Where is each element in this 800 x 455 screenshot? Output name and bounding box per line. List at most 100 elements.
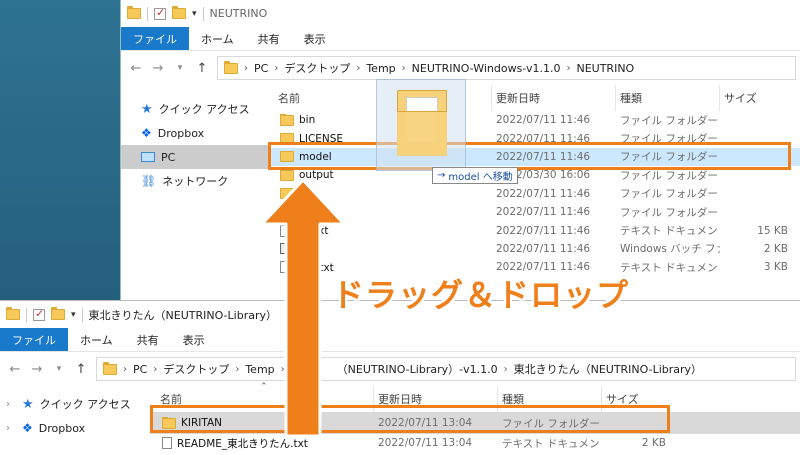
- file-type: ファイル フォルダー: [620, 151, 718, 164]
- recent-locations-icon[interactable]: ▾: [52, 364, 66, 374]
- breadcrumb-item[interactable]: NEUTRINO: [576, 62, 634, 75]
- column-type[interactable]: 種類: [498, 386, 602, 412]
- breadcrumb-item[interactable]: デスクトップ: [163, 361, 229, 377]
- desktop-background: [0, 0, 120, 300]
- file-row-dragged[interactable]: KIRITAN 2022/07/11 13:04 ファイル フォルダー: [150, 412, 800, 434]
- chevron-right-icon[interactable]: ›: [6, 399, 16, 410]
- chevron-right-icon[interactable]: ›: [153, 364, 157, 375]
- file-date: 2022/07/11 11:46: [496, 114, 591, 127]
- chevron-right-icon[interactable]: ›: [356, 63, 360, 74]
- breadcrumb-item[interactable]: デスクトップ: [284, 60, 350, 76]
- chevron-right-icon[interactable]: ›: [6, 423, 16, 434]
- back-icon[interactable]: ←: [129, 61, 143, 76]
- folder-icon: [224, 60, 238, 74]
- column-size[interactable]: サイズ: [602, 386, 672, 412]
- file-type: ファイル フォルダー: [620, 133, 718, 146]
- divider: [26, 307, 27, 322]
- tab-home[interactable]: ホーム: [189, 27, 246, 50]
- file-name: KIRITAN: [181, 417, 223, 429]
- file-type: ファイル フォルダー: [620, 169, 718, 182]
- nav-item-quick-access[interactable]: › ★ クイック アクセス: [0, 392, 150, 416]
- column-size[interactable]: サイズ: [720, 85, 800, 111]
- window-title: 東北きりたん（NEUTRINO-Library）: [88, 308, 277, 322]
- file-date: 2022/07/11 11:46: [496, 224, 591, 237]
- nav-item-pc[interactable]: PC: [121, 145, 268, 169]
- address-bar[interactable]: › PC › デスクトップ › Temp › 東北 （NEUTRINO-Libr…: [96, 357, 796, 381]
- file-row[interactable]: README_東北きりたん.txt 2022/07/11 13:04 テキスト …: [150, 434, 800, 452]
- chevron-right-icon[interactable]: ›: [244, 63, 248, 74]
- ribbon-tabs: ファイル ホーム 共有 表示: [121, 27, 800, 51]
- nav-item-quick-access[interactable]: ★ クイック アクセス: [121, 97, 268, 121]
- file-date: 2022/07/11 11:46: [496, 150, 591, 163]
- breadcrumb-item[interactable]: 東北きりたん（NEUTRINO-Library）: [514, 361, 702, 377]
- divider: [81, 307, 83, 322]
- folder-icon: [6, 307, 20, 320]
- new-folder-icon[interactable]: [172, 6, 186, 19]
- text-file-icon: [162, 437, 172, 450]
- breadcrumb-item[interactable]: PC: [133, 363, 147, 376]
- breadcrumb-item[interactable]: Temp: [366, 62, 395, 75]
- column-header: ⌃ 名前 更新日時 種類 サイズ: [150, 382, 800, 412]
- file-type: テキスト ドキュメント: [620, 225, 720, 238]
- up-icon[interactable]: ↑: [195, 61, 209, 76]
- file-row[interactable]: bin 2022/07/11 11:46 ファイル フォルダー: [268, 111, 800, 129]
- nav-item-network[interactable]: ⛓ ネットワーク: [121, 169, 268, 193]
- nav-item-label: ネットワーク: [162, 175, 229, 188]
- recent-locations-icon[interactable]: ▾: [173, 63, 187, 73]
- back-icon[interactable]: ←: [8, 362, 22, 377]
- breadcrumb-item[interactable]: PC: [254, 62, 268, 75]
- file-type: Windows バッチ ファ...: [620, 243, 720, 256]
- tab-share[interactable]: 共有: [246, 27, 292, 50]
- file-date: 2022/07/11 11:46: [496, 187, 591, 200]
- forward-icon[interactable]: →: [30, 362, 44, 377]
- navigation-pane: › ★ クイック アクセス › ❖ Dropbox: [0, 386, 150, 455]
- customize-toolbar-icon[interactable]: ▾: [71, 310, 76, 320]
- explorer-window-kiritan: ▾ 東北きりたん（NEUTRINO-Library） ファイル ホーム 共有 表…: [0, 300, 800, 455]
- title-bar: ▾ NEUTRINO: [121, 0, 800, 27]
- file-size: 2 KB: [641, 437, 666, 450]
- tab-home[interactable]: ホーム: [68, 328, 125, 351]
- file-row-drop-target[interactable]: model 2022/07/11 11:46 ファイル フォルダー: [268, 147, 800, 167]
- folder-icon: [127, 6, 141, 19]
- column-type[interactable]: 種類: [616, 85, 720, 111]
- column-header: 名前 更新日時 種類 サイズ: [268, 85, 800, 111]
- tab-view[interactable]: 表示: [292, 27, 338, 50]
- chevron-right-icon[interactable]: ›: [504, 364, 508, 375]
- dropbox-icon: ❖: [141, 126, 152, 140]
- column-date[interactable]: 更新日時: [492, 85, 616, 111]
- chevron-right-icon[interactable]: ›: [274, 63, 278, 74]
- drag-ghost: [376, 79, 466, 171]
- file-date: 2022/07/11 11:46: [496, 206, 591, 219]
- file-size: 3 KB: [763, 261, 788, 274]
- address-bar[interactable]: › PC › デスクトップ › Temp › NEUTRINO-Windows-…: [217, 56, 796, 80]
- file-type: ファイル フォルダー: [502, 417, 600, 430]
- nav-item-dropbox[interactable]: ❖ Dropbox: [121, 121, 268, 145]
- file-date: 2022/07/11 13:04: [378, 417, 473, 429]
- file-name: bin: [299, 114, 316, 127]
- up-icon[interactable]: ↑: [74, 362, 88, 377]
- file-row[interactable]: LICENSE 2022/07/11 11:46 ファイル フォルダー: [268, 129, 800, 147]
- properties-icon[interactable]: [33, 307, 45, 321]
- forward-icon[interactable]: →: [151, 61, 165, 76]
- file-size: 2 KB: [763, 242, 788, 255]
- chevron-right-icon[interactable]: ›: [402, 63, 406, 74]
- file-date: 2022/07/11 11:46: [496, 132, 591, 145]
- divider: [147, 6, 148, 21]
- file-date: 2022/07/11 11:46: [496, 242, 591, 255]
- tab-view[interactable]: 表示: [171, 328, 217, 351]
- nav-item-dropbox[interactable]: › ❖ Dropbox: [0, 416, 150, 440]
- breadcrumb-item[interactable]: NEUTRINO-Windows-v1.1.0: [412, 62, 561, 75]
- tab-share[interactable]: 共有: [125, 328, 171, 351]
- customize-toolbar-icon[interactable]: ▾: [192, 9, 197, 19]
- chevron-right-icon[interactable]: ›: [566, 63, 570, 74]
- arrow-right-icon: →: [437, 170, 446, 181]
- column-date[interactable]: 更新日時: [374, 386, 498, 412]
- tab-file[interactable]: ファイル: [0, 328, 68, 351]
- chevron-right-icon[interactable]: ›: [235, 364, 239, 375]
- nav-item-label: Dropbox: [38, 421, 86, 435]
- properties-icon[interactable]: [154, 6, 166, 20]
- breadcrumb-item[interactable]: （NEUTRINO-Library）-v1.1.0: [337, 361, 498, 377]
- tab-file[interactable]: ファイル: [121, 27, 189, 50]
- chevron-right-icon[interactable]: ›: [123, 364, 127, 375]
- new-folder-icon[interactable]: [51, 307, 65, 320]
